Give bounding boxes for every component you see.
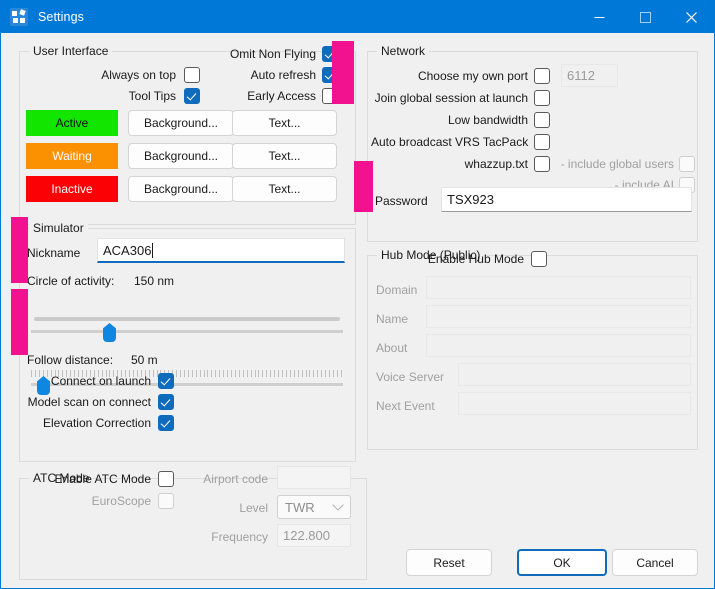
label-airport-code: Airport code — [203, 472, 268, 486]
background-button-active[interactable]: Background... — [128, 110, 234, 136]
label-password: Password — [375, 194, 428, 208]
voice-server-input[interactable] — [458, 363, 691, 386]
background-button-inactive[interactable]: Background... — [128, 176, 234, 202]
checkbox-include-global-users[interactable] — [679, 156, 695, 172]
annotation-highlight-network-password — [354, 161, 373, 212]
label-nickname: Nickname — [27, 246, 81, 260]
label-low-bandwidth: Low bandwidth — [447, 113, 528, 127]
text-button-inactive[interactable]: Text... — [232, 176, 337, 202]
dialog-body: User Interface Always on top Tool Tips O… — [1, 33, 714, 588]
chevron-down-icon — [332, 499, 344, 511]
label-early-access: Early Access — [247, 89, 316, 103]
state-swatch-waiting[interactable]: Waiting — [26, 143, 118, 169]
text-button-active[interactable]: Text... — [232, 110, 337, 136]
cancel-button[interactable]: Cancel — [612, 549, 698, 576]
text-button-waiting[interactable]: Text... — [232, 143, 337, 169]
label-about: About — [376, 341, 408, 355]
slider-thumb-circle[interactable] — [103, 323, 116, 342]
label-join-global-session: Join global session at launch — [374, 91, 528, 105]
port-value: 6112 — [567, 68, 595, 83]
checkbox-euroscope[interactable] — [158, 493, 174, 509]
label-enable-atc-mode: Enable ATC Mode — [54, 472, 152, 486]
window-controls — [576, 1, 714, 33]
annotation-highlight-follow-distance — [11, 289, 28, 355]
label-voice-server: Voice Server — [376, 370, 445, 384]
minimize-icon[interactable] — [576, 1, 622, 33]
title-bar: Settings — [1, 1, 714, 33]
label-name: Name — [376, 312, 409, 326]
background-button-waiting[interactable]: Background... — [128, 143, 234, 169]
annotation-highlight-ui-checkboxes — [332, 41, 354, 104]
label-enable-hub-mode: Enable Hub Mode — [427, 252, 524, 266]
value-follow-distance: 50 m — [131, 353, 158, 367]
label-circle-of-activity: Circle of activity: — [27, 274, 115, 288]
checkbox-low-bandwidth[interactable] — [534, 112, 550, 128]
password-value: TSX923 — [447, 192, 494, 207]
slider-track-circle — [31, 330, 343, 333]
label-choose-my-own-port: Choose my own port — [417, 69, 528, 83]
label-domain: Domain — [376, 283, 418, 297]
label-auto-refresh: Auto refresh — [250, 68, 316, 82]
ok-button[interactable]: OK — [517, 549, 607, 576]
label-always-on-top: Always on top — [101, 68, 176, 82]
label-euroscope: EuroScope — [91, 494, 151, 508]
name-input[interactable] — [426, 305, 691, 328]
group-legend-user-interface: User Interface — [29, 44, 113, 58]
checkbox-join-global-session[interactable] — [534, 90, 550, 106]
reset-button[interactable]: Reset — [406, 549, 492, 576]
label-follow-distance: Follow distance: — [27, 353, 114, 367]
password-input[interactable]: TSX923 — [441, 187, 692, 212]
frequency-value: 122.800 — [283, 528, 330, 543]
label-next-event: Next Event — [376, 399, 435, 413]
level-select[interactable]: TWR — [277, 495, 351, 519]
label-tool-tips: Tool Tips — [128, 89, 176, 103]
nickname-input[interactable]: ACA306 — [97, 238, 345, 263]
text-caret — [152, 242, 154, 258]
level-value: TWR — [285, 499, 315, 515]
frequency-input[interactable]: 122.800 — [277, 524, 351, 547]
checkbox-model-scan-on-connect[interactable] — [158, 394, 174, 410]
settings-app-icon — [10, 8, 28, 26]
state-swatch-inactive[interactable]: Inactive — [26, 176, 118, 202]
nickname-value: ACA306 — [103, 242, 152, 258]
label-omit-non-flying: Omit Non Flying — [229, 47, 316, 61]
label-frequency: Frequency — [211, 530, 268, 544]
label-auto-broadcast-vrs-tacpack: Auto broadcast VRS TacPack — [371, 135, 529, 149]
port-input[interactable]: 6112 — [561, 64, 618, 87]
next-event-input[interactable] — [458, 392, 691, 415]
label-elevation-correction: Elevation Correction — [42, 416, 151, 430]
about-input[interactable] — [426, 334, 691, 357]
checkbox-auto-broadcast-vrs-tacpack[interactable] — [534, 134, 550, 150]
maximize-icon[interactable] — [622, 1, 668, 33]
checkbox-connect-on-launch[interactable] — [158, 373, 174, 389]
annotation-highlight-simulator-nickname — [11, 217, 28, 283]
label-connect-on-launch: Connect on launch — [50, 374, 151, 388]
slider-circle-of-activity[interactable] — [31, 317, 343, 343]
checkbox-enable-atc-mode[interactable] — [158, 471, 174, 487]
label-include-global-users: - include global users — [560, 157, 674, 171]
value-circle-of-activity: 150 nm — [134, 274, 175, 288]
group-legend-network: Network — [377, 44, 430, 58]
checkbox-elevation-correction[interactable] — [158, 415, 174, 431]
checkbox-enable-hub-mode[interactable] — [531, 251, 547, 267]
state-swatch-active[interactable]: Active — [26, 110, 118, 136]
airport-code-input[interactable] — [277, 466, 351, 489]
settings-window: Settings User Interface Always on top To… — [0, 0, 715, 589]
checkbox-choose-my-own-port[interactable] — [534, 68, 550, 84]
group-legend-simulator: Simulator — [29, 221, 88, 235]
window-title: Settings — [38, 10, 84, 24]
checkbox-whazzup-txt[interactable] — [534, 156, 550, 172]
label-model-scan-on-connect: Model scan on connect — [27, 395, 151, 409]
close-icon[interactable] — [668, 1, 714, 33]
domain-input[interactable] — [426, 276, 691, 299]
label-level: Level — [239, 501, 268, 515]
label-whazzup-txt: whazzup.txt — [464, 157, 528, 171]
